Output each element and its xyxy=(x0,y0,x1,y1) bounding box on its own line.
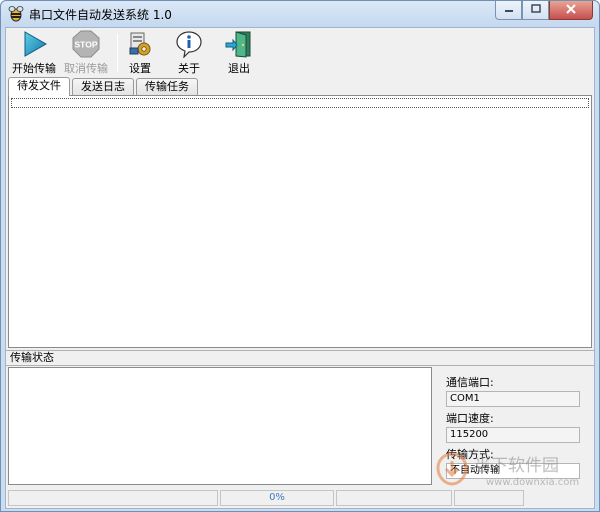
caption-buttons xyxy=(495,1,593,20)
app-bee-icon[interactable] xyxy=(7,5,25,23)
cancel-transfer-label: 取消传输 xyxy=(64,62,108,75)
tab-pending-files[interactable]: 待发文件 xyxy=(8,77,70,96)
transfer-status-header: 传输状态 xyxy=(6,350,594,366)
maximize-button[interactable] xyxy=(522,1,549,20)
about-button[interactable]: 关于 xyxy=(163,30,215,76)
play-icon xyxy=(19,30,49,58)
port-label: 通信端口: xyxy=(446,376,494,389)
settings-icon xyxy=(125,30,155,58)
speed-value-field: 115200 xyxy=(446,427,580,443)
watermark-text-en: www.downxia.com xyxy=(486,477,580,488)
progress-percent: 0% xyxy=(269,492,285,503)
app-window: 串口文件自动发送系统 1.0 开始传输 STOP 取消传输 设置 关于 退出 待… xyxy=(0,0,600,512)
exit-label: 退出 xyxy=(228,62,250,75)
progress-panel: 0% xyxy=(220,490,334,506)
start-transfer-label: 开始传输 xyxy=(12,62,56,75)
status-panel-1 xyxy=(8,490,218,506)
close-icon xyxy=(566,3,576,17)
site-watermark: 当下软件园 www.downxia.com xyxy=(434,447,584,495)
stop-icon: STOP xyxy=(71,30,101,58)
client-area: 开始传输 STOP 取消传输 设置 关于 退出 待发文件 发送日志 传输任务 传… xyxy=(5,27,595,509)
tab-transfer-tasks[interactable]: 传输任务 xyxy=(136,78,198,96)
info-icon xyxy=(174,30,204,58)
svg-text:STOP: STOP xyxy=(75,40,98,50)
transfer-status-log[interactable] xyxy=(8,367,432,485)
title-bar[interactable]: 串口文件自动发送系统 1.0 xyxy=(1,1,599,27)
cancel-transfer-button[interactable]: STOP 取消传输 xyxy=(60,30,112,76)
list-focus-row[interactable] xyxy=(11,98,589,108)
watermark-text-cn: 当下软件园 xyxy=(474,456,559,476)
speed-label: 端口速度: xyxy=(446,412,494,425)
minimize-button[interactable] xyxy=(495,1,522,20)
maximize-icon xyxy=(530,4,541,16)
window-title: 串口文件自动发送系统 1.0 xyxy=(29,8,172,22)
settings-label: 设置 xyxy=(129,62,151,75)
port-value-field: COM1 xyxy=(446,391,580,407)
tab-send-log[interactable]: 发送日志 xyxy=(72,78,134,96)
settings-button[interactable]: 设置 xyxy=(114,30,166,76)
watermark-logo-icon xyxy=(434,451,470,487)
minimize-icon xyxy=(504,5,514,16)
about-label: 关于 xyxy=(178,62,200,75)
toolbar: 开始传输 STOP 取消传输 设置 关于 退出 xyxy=(6,28,594,76)
exit-button[interactable]: 退出 xyxy=(213,30,265,76)
pending-files-list[interactable] xyxy=(8,95,592,348)
start-transfer-button[interactable]: 开始传输 xyxy=(8,30,60,76)
close-button[interactable] xyxy=(549,1,593,20)
exit-door-icon xyxy=(224,30,254,58)
tab-strip: 待发文件 发送日志 传输任务 xyxy=(8,77,200,96)
